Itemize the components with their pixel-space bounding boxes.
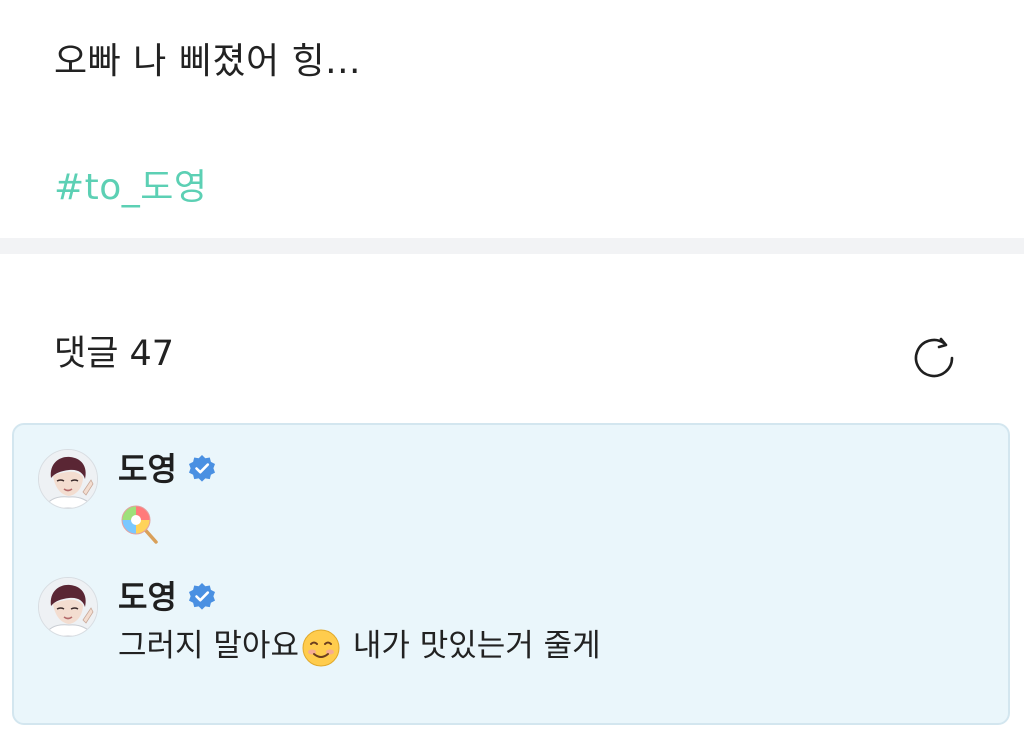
verified-badge-icon [188,583,215,610]
smiling-face-icon [302,629,340,666]
section-divider [0,238,1024,254]
hashtag-link[interactable]: #to_도영 [54,164,208,212]
comment-author-name[interactable]: 도영 [118,577,177,617]
avatar-image [39,578,97,636]
comments-count-title: 댓글 47 [54,334,175,374]
comment-body: 그러지 말아요 내가 맛있는거 줄게 [118,625,601,668]
refresh-button[interactable] [906,330,962,386]
refresh-icon [914,337,954,378]
comment-body [118,501,162,546]
comment-body-text-start: 그러지 말아요 [118,628,299,664]
comment-author-row: 도영 [118,449,217,489]
comment-author-name[interactable]: 도영 [118,449,177,489]
comment-author-row: 도영 [118,577,217,617]
post-text: 오빠 나 삐졌어 힝... [54,41,362,82]
post-detail-page: 오빠 나 삐졌어 힝... #to_도영 댓글 47 도영 도영 그러지 말아요… [0,0,1024,740]
comment-list: 도영 도영 그러지 말아요 내가 맛있는거 줄게 [12,423,1010,725]
avatar[interactable] [38,449,98,509]
lollipop-icon [121,505,158,544]
avatar-image [39,450,97,508]
verified-badge-icon [188,455,215,482]
avatar[interactable] [38,577,98,637]
comment-body-text-end: 내가 맛있는거 줄게 [342,628,601,664]
